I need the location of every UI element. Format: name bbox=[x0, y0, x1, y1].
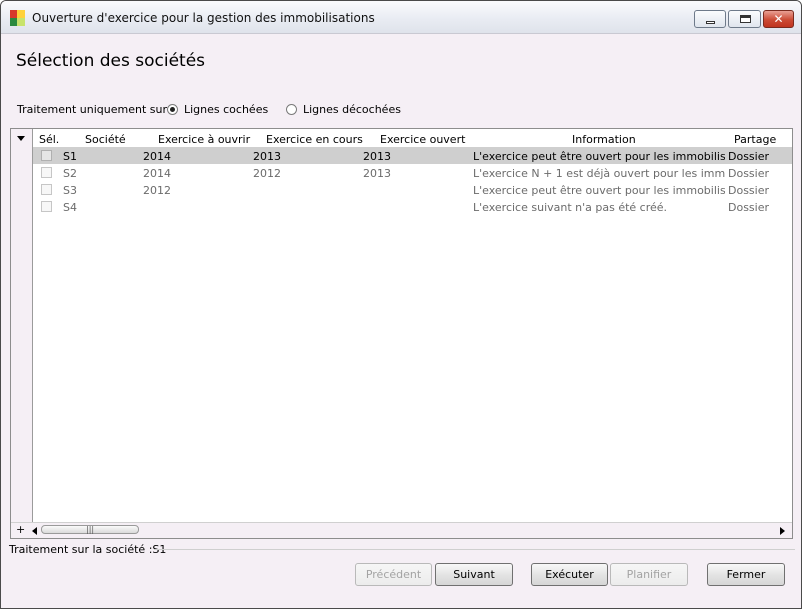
dialog-content: Sélection des sociétés Traitement unique… bbox=[9, 34, 795, 601]
column-header-information[interactable]: Information bbox=[572, 133, 636, 146]
minimize-button[interactable] bbox=[694, 10, 726, 28]
executer-button[interactable]: Exécuter bbox=[531, 563, 608, 586]
scroll-right-icon[interactable] bbox=[780, 527, 785, 535]
planifier-button[interactable]: Planifier bbox=[610, 563, 688, 586]
radio-checked-icon bbox=[167, 104, 178, 115]
close-button[interactable]: ✕ bbox=[763, 10, 794, 28]
societes-grid[interactable]: Sél. Société Exercice à ouvrir Exercice … bbox=[10, 128, 793, 539]
window-title: Ouverture d'exercice pour la gestion des… bbox=[32, 11, 375, 25]
precedent-label: Précédent bbox=[365, 568, 422, 581]
column-header-sel[interactable]: Sél. bbox=[39, 133, 59, 146]
suivant-label: Suivant bbox=[453, 568, 495, 581]
cell-information: L'exercice peut être ouvert pour les imm… bbox=[473, 184, 725, 197]
maximize-icon bbox=[740, 15, 751, 23]
cell-partage: Dossier bbox=[728, 167, 770, 180]
cell-exercice-a-ouvrir: 2012 bbox=[143, 184, 171, 197]
column-header-exercice-en-cours[interactable]: Exercice en cours bbox=[266, 133, 363, 146]
dialog-window: Ouverture d'exercice pour la gestion des… bbox=[0, 0, 802, 609]
scrollbar-track[interactable] bbox=[139, 523, 779, 538]
row-indicator-arrow-icon[interactable] bbox=[17, 136, 25, 141]
radio-lignes-cochees[interactable]: Lignes cochées bbox=[167, 103, 268, 116]
page-title: Sélection des sociétés bbox=[16, 51, 206, 71]
cell-partage: Dossier bbox=[728, 201, 770, 214]
cell-societe: S1 bbox=[63, 150, 77, 163]
suivant-button[interactable]: Suivant bbox=[435, 563, 513, 586]
column-header-exercice-a-ouvrir[interactable]: Exercice à ouvrir bbox=[158, 133, 250, 146]
scrollbar-thumb[interactable]: ||| bbox=[41, 525, 139, 534]
status-text: Traitement sur la société :S1 bbox=[9, 543, 167, 556]
column-header-partage[interactable]: Partage bbox=[734, 133, 776, 146]
planifier-label: Planifier bbox=[626, 568, 672, 581]
scroll-left-icon[interactable] bbox=[32, 527, 37, 535]
maximize-button[interactable] bbox=[728, 10, 761, 28]
precedent-button[interactable]: Précédent bbox=[355, 563, 432, 586]
column-header-societe[interactable]: Société bbox=[85, 133, 126, 146]
radio-label: Lignes cochées bbox=[184, 103, 269, 116]
table-row[interactable]: S4 L'exercice suivant n'a pas été créé. … bbox=[33, 198, 792, 215]
title-bar: Ouverture d'exercice pour la gestion des… bbox=[1, 1, 801, 34]
app-icon bbox=[10, 10, 25, 26]
row-checkbox[interactable] bbox=[41, 184, 52, 195]
cell-partage: Dossier bbox=[728, 150, 770, 163]
row-checkbox[interactable] bbox=[41, 201, 52, 212]
table-row[interactable]: S3 2012 L'exercice peut être ouvert pour… bbox=[33, 181, 792, 198]
grid-header: Sél. Société Exercice à ouvrir Exercice … bbox=[33, 129, 792, 147]
cell-societe: S2 bbox=[63, 167, 77, 180]
cell-societe: S3 bbox=[63, 184, 77, 197]
cell-exercice-ouvert: 2013 bbox=[363, 150, 391, 163]
scrollbar-grip-icon: ||| bbox=[86, 525, 95, 534]
fermer-label: Fermer bbox=[726, 568, 766, 581]
row-checkbox[interactable] bbox=[41, 150, 52, 161]
radio-label: Lignes décochées bbox=[303, 103, 401, 116]
row-checkbox[interactable] bbox=[41, 167, 52, 178]
row-selector-column bbox=[11, 129, 33, 538]
cell-exercice-en-cours: 2012 bbox=[253, 167, 281, 180]
filter-label: Traitement uniquement sur : bbox=[17, 103, 175, 116]
cell-exercice-a-ouvrir: 2014 bbox=[143, 150, 171, 163]
close-icon: ✕ bbox=[773, 12, 784, 26]
cell-information: L'exercice N + 1 est déjà ouvert pour le… bbox=[473, 167, 725, 180]
expand-icon[interactable]: + bbox=[16, 523, 25, 537]
cell-partage: Dossier bbox=[728, 184, 770, 197]
cell-societe: S4 bbox=[63, 201, 77, 214]
radio-unchecked-icon bbox=[286, 104, 297, 115]
minimize-icon bbox=[706, 21, 715, 24]
column-header-exercice-ouvert[interactable]: Exercice ouvert bbox=[380, 133, 465, 146]
cell-information: L'exercice suivant n'a pas été créé. bbox=[473, 201, 668, 214]
table-row[interactable]: S1 2014 2013 2013 L'exercice peut être o… bbox=[33, 147, 792, 164]
cell-exercice-ouvert: 2013 bbox=[363, 167, 391, 180]
executer-label: Exécuter bbox=[545, 568, 594, 581]
horizontal-scrollbar[interactable]: + ||| bbox=[11, 522, 792, 538]
cell-exercice-en-cours: 2013 bbox=[253, 150, 281, 163]
status-divider bbox=[154, 549, 795, 550]
fermer-button[interactable]: Fermer bbox=[707, 563, 785, 586]
cell-information: L'exercice peut être ouvert pour les imm… bbox=[473, 150, 725, 163]
radio-lignes-decochees[interactable]: Lignes décochées bbox=[286, 103, 401, 116]
table-row[interactable]: S2 2014 2012 2013 L'exercice N + 1 est d… bbox=[33, 164, 792, 181]
cell-exercice-a-ouvrir: 2014 bbox=[143, 167, 171, 180]
